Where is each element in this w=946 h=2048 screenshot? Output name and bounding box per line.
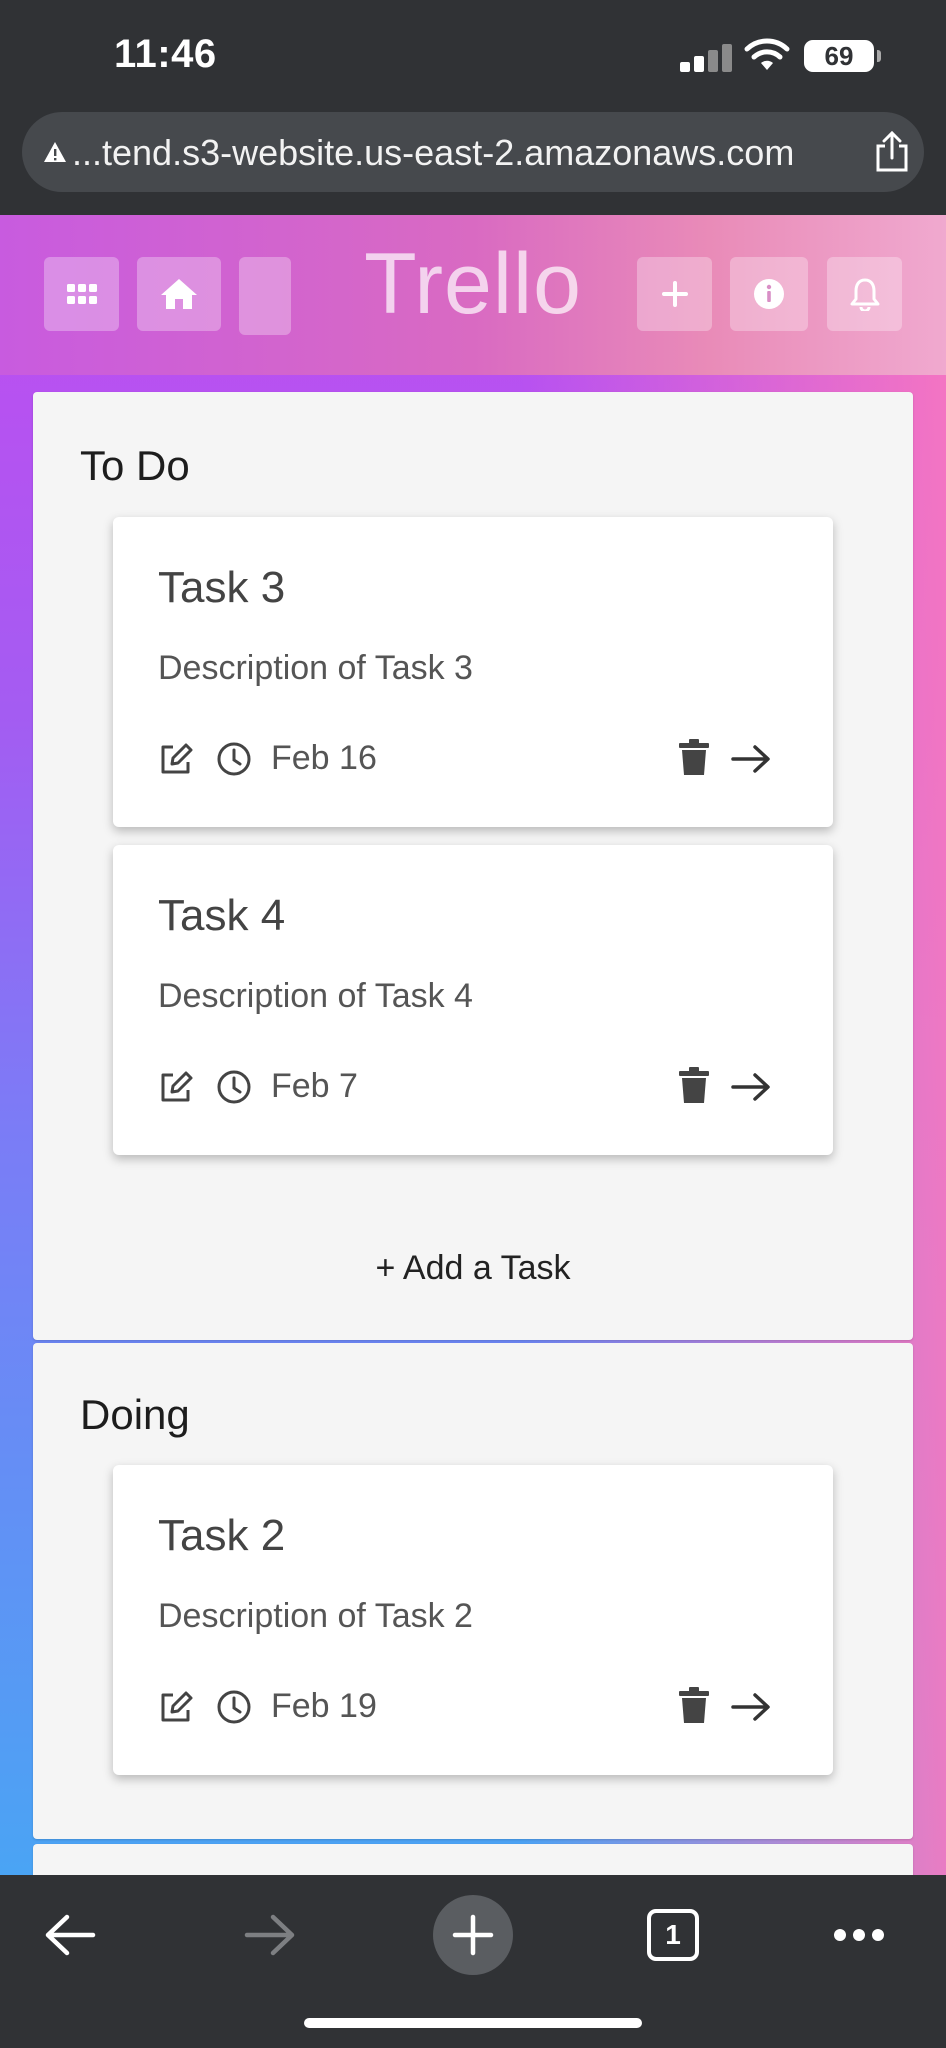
task-card[interactable]: Task 3 Description of Task 3 Feb 16 — [113, 517, 833, 827]
move-arrow-icon[interactable] — [731, 743, 771, 775]
task-card[interactable]: Task 2 Description of Task 2 Feb 19 — [113, 1465, 833, 1775]
task-description: Description of Task 3 — [158, 649, 473, 687]
clock-icon — [217, 742, 251, 776]
address-bar[interactable]: ...tend.s3-website.us-east-2.amazonaws.c… — [22, 112, 924, 192]
list-title: To Do — [80, 442, 190, 489]
back-button[interactable] — [30, 1895, 110, 1975]
more-options-button[interactable] — [819, 1895, 899, 1975]
notifications-button[interactable] — [827, 257, 902, 331]
back-arrow-icon — [45, 1914, 96, 1956]
list-partial — [33, 1844, 913, 1875]
more-dots-icon — [834, 1929, 884, 1941]
browser-toolbar: 1 — [0, 1875, 946, 2048]
task-description: Description of Task 4 — [158, 977, 473, 1015]
list-todo: To Do Task 3 Description of Task 3 Feb 1… — [33, 392, 913, 1340]
list-title: Doing — [80, 1391, 190, 1438]
due-date: Feb 19 — [271, 1687, 377, 1725]
edit-icon[interactable] — [158, 1069, 194, 1105]
edit-icon[interactable] — [158, 741, 194, 777]
trash-icon[interactable] — [678, 739, 710, 777]
clock-icon — [217, 1070, 251, 1104]
new-tab-button[interactable] — [433, 1895, 513, 1975]
trash-icon[interactable] — [678, 1067, 710, 1105]
cellular-signal-icon — [680, 44, 732, 72]
share-icon[interactable] — [872, 130, 912, 174]
task-title: Task 2 — [158, 1511, 286, 1560]
clock-time: 11:46 — [114, 32, 217, 76]
add-task-button[interactable]: + Add a Task — [33, 1249, 913, 1288]
url-text: ...tend.s3-website.us-east-2.amazonaws.c… — [72, 132, 795, 173]
task-meta: Feb 16 — [158, 739, 798, 779]
wifi-icon — [744, 38, 790, 70]
task-description: Description of Task 2 — [158, 1597, 473, 1635]
info-button[interactable] — [730, 257, 808, 331]
forward-button[interactable] — [230, 1895, 310, 1975]
info-icon — [754, 279, 784, 309]
plus-icon — [452, 1914, 494, 1956]
edit-icon[interactable] — [158, 1689, 194, 1725]
home-indicator — [304, 2018, 642, 2028]
web-page: Trello To Do Task 3 Description of Task … — [0, 215, 946, 1875]
task-title: Task 4 — [158, 891, 286, 940]
bell-icon — [850, 278, 879, 311]
move-arrow-icon[interactable] — [731, 1691, 771, 1723]
task-card[interactable]: Task 4 Description of Task 4 Feb 7 — [113, 845, 833, 1155]
tabs-button[interactable]: 1 — [633, 1895, 713, 1975]
task-title: Task 3 — [158, 563, 286, 612]
top-navigation: Trello — [0, 215, 946, 375]
move-arrow-icon[interactable] — [731, 1071, 771, 1103]
warning-icon — [44, 142, 66, 162]
status-bar: 11:46 69 — [0, 0, 946, 105]
trash-icon[interactable] — [678, 1687, 710, 1725]
forward-arrow-icon — [244, 1914, 295, 1956]
add-button[interactable] — [637, 257, 712, 331]
plus-icon — [661, 281, 688, 307]
due-date: Feb 7 — [271, 1067, 358, 1105]
clock-icon — [217, 1690, 251, 1724]
list-doing: Doing Task 2 Description of Task 2 Feb 1… — [33, 1343, 913, 1839]
tab-count: 1 — [647, 1909, 699, 1961]
due-date: Feb 16 — [271, 739, 377, 777]
task-meta: Feb 7 — [158, 1067, 798, 1107]
task-meta: Feb 19 — [158, 1687, 798, 1727]
battery-indicator: 69 — [804, 40, 881, 72]
